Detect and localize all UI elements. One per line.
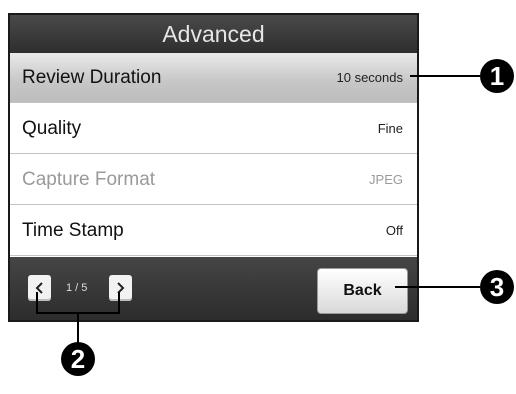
setting-value: Off xyxy=(385,223,403,238)
page-title: Advanced xyxy=(10,15,417,53)
setting-row-quality[interactable]: Quality Fine xyxy=(10,104,417,154)
setting-row-capture-format: Capture Format JPEG xyxy=(10,155,417,205)
setting-label: Review Duration xyxy=(22,67,162,88)
back-button[interactable]: Back xyxy=(317,268,408,314)
callout-2-leader xyxy=(77,312,79,344)
callout-2-bracket-right xyxy=(118,292,120,314)
callout-1-leader xyxy=(410,75,480,77)
advanced-settings-screen: Advanced Review Duration 10 seconds Qual… xyxy=(8,13,419,322)
callout-badge-2: 2 xyxy=(61,342,95,376)
callout-2-bracket-left xyxy=(36,292,38,314)
setting-row-time-stamp[interactable]: Time Stamp Off xyxy=(10,206,417,256)
setting-value: 10 seconds xyxy=(336,70,404,85)
page-indicator: 1 / 5 xyxy=(66,282,88,294)
setting-label: Quality xyxy=(22,118,82,139)
chevron-right-icon xyxy=(117,282,125,294)
setting-label: Time Stamp xyxy=(22,220,124,241)
callout-badge-1: 1 xyxy=(480,59,514,93)
setting-label: Capture Format xyxy=(22,169,156,190)
setting-value: JPEG xyxy=(369,172,403,187)
previous-page-button[interactable] xyxy=(28,275,51,301)
callout-badge-3: 3 xyxy=(480,270,514,304)
setting-value: Fine xyxy=(377,121,403,136)
callout-3-leader xyxy=(395,286,480,288)
setting-row-review-duration[interactable]: Review Duration 10 seconds xyxy=(10,53,417,103)
next-page-button[interactable] xyxy=(109,275,132,301)
